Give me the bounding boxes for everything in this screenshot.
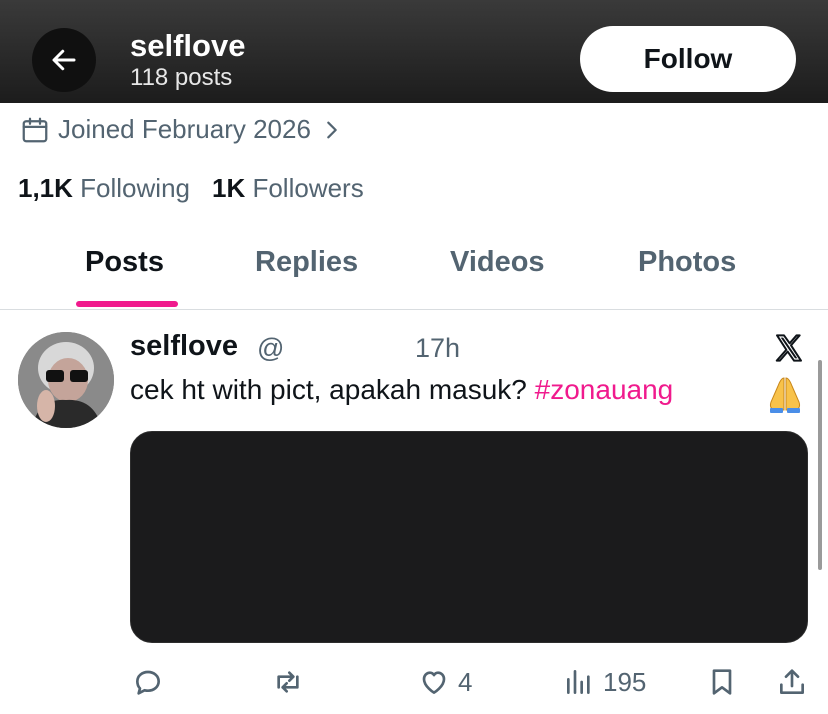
share-button[interactable] (776, 666, 808, 698)
repost-button[interactable] (272, 666, 312, 698)
bookmark-icon (712, 669, 732, 695)
views-chart-icon (567, 670, 590, 694)
heart-icon (422, 671, 446, 694)
x-logo-icon (775, 334, 802, 362)
scrollbar[interactable] (818, 360, 822, 570)
arrow-left-icon (52, 49, 76, 71)
followers-label: Followers (252, 173, 364, 203)
post-media[interactable] (130, 431, 808, 643)
views-count: 195 (603, 666, 647, 697)
avatar[interactable] (18, 332, 114, 428)
hashtag-link[interactable]: #zonauang (535, 374, 674, 405)
post-author-handle[interactable]: @ (257, 333, 284, 364)
joined-text: Joined February 2026 (58, 114, 311, 144)
profile-tabs: Posts Replies Videos Photos (0, 228, 828, 310)
followers-count: 1K (211, 173, 246, 203)
profile-header: selflove 118 posts Follow (0, 0, 828, 103)
tab-videos[interactable]: Videos (450, 246, 545, 279)
like-count: 4 (458, 666, 473, 697)
following-link[interactable]: 1,1K Following (18, 173, 190, 204)
share-icon (780, 669, 804, 694)
follow-button[interactable]: Follow (580, 26, 796, 92)
active-tab-indicator (76, 301, 178, 307)
folded-hands-icon (769, 377, 801, 413)
post-text: cek ht with pict, apakah masuk? #zonauan… (130, 374, 673, 406)
tab-photos[interactable]: Photos (638, 246, 736, 279)
reply-button[interactable] (132, 666, 172, 698)
post-author-name[interactable]: selflove (130, 330, 238, 363)
post-body: cek ht with pict, apakah masuk? (130, 374, 527, 405)
chevron-right-icon (327, 121, 337, 138)
back-button[interactable] (32, 28, 96, 92)
post-timestamp[interactable]: 17h (415, 333, 460, 364)
follow-stats: 1,1K Following 1K Followers (18, 173, 386, 204)
header-post-count: 118 posts (130, 64, 233, 91)
views-button[interactable]: 195 (563, 666, 646, 698)
header-name: selflove (130, 28, 246, 63)
avatar-image (18, 332, 114, 428)
reply-icon (136, 670, 160, 695)
joined-date[interactable]: Joined February 2026 (20, 114, 343, 145)
bookmark-button[interactable] (706, 666, 738, 698)
calendar-icon (22, 117, 48, 142)
like-button[interactable]: 4 (418, 666, 472, 698)
tab-posts[interactable]: Posts (85, 246, 164, 279)
following-label: Following (80, 173, 190, 203)
repost-icon (277, 671, 299, 693)
following-count: 1,1K (18, 173, 73, 203)
followers-link[interactable]: 1K Followers (212, 173, 364, 204)
tab-replies[interactable]: Replies (255, 246, 358, 279)
